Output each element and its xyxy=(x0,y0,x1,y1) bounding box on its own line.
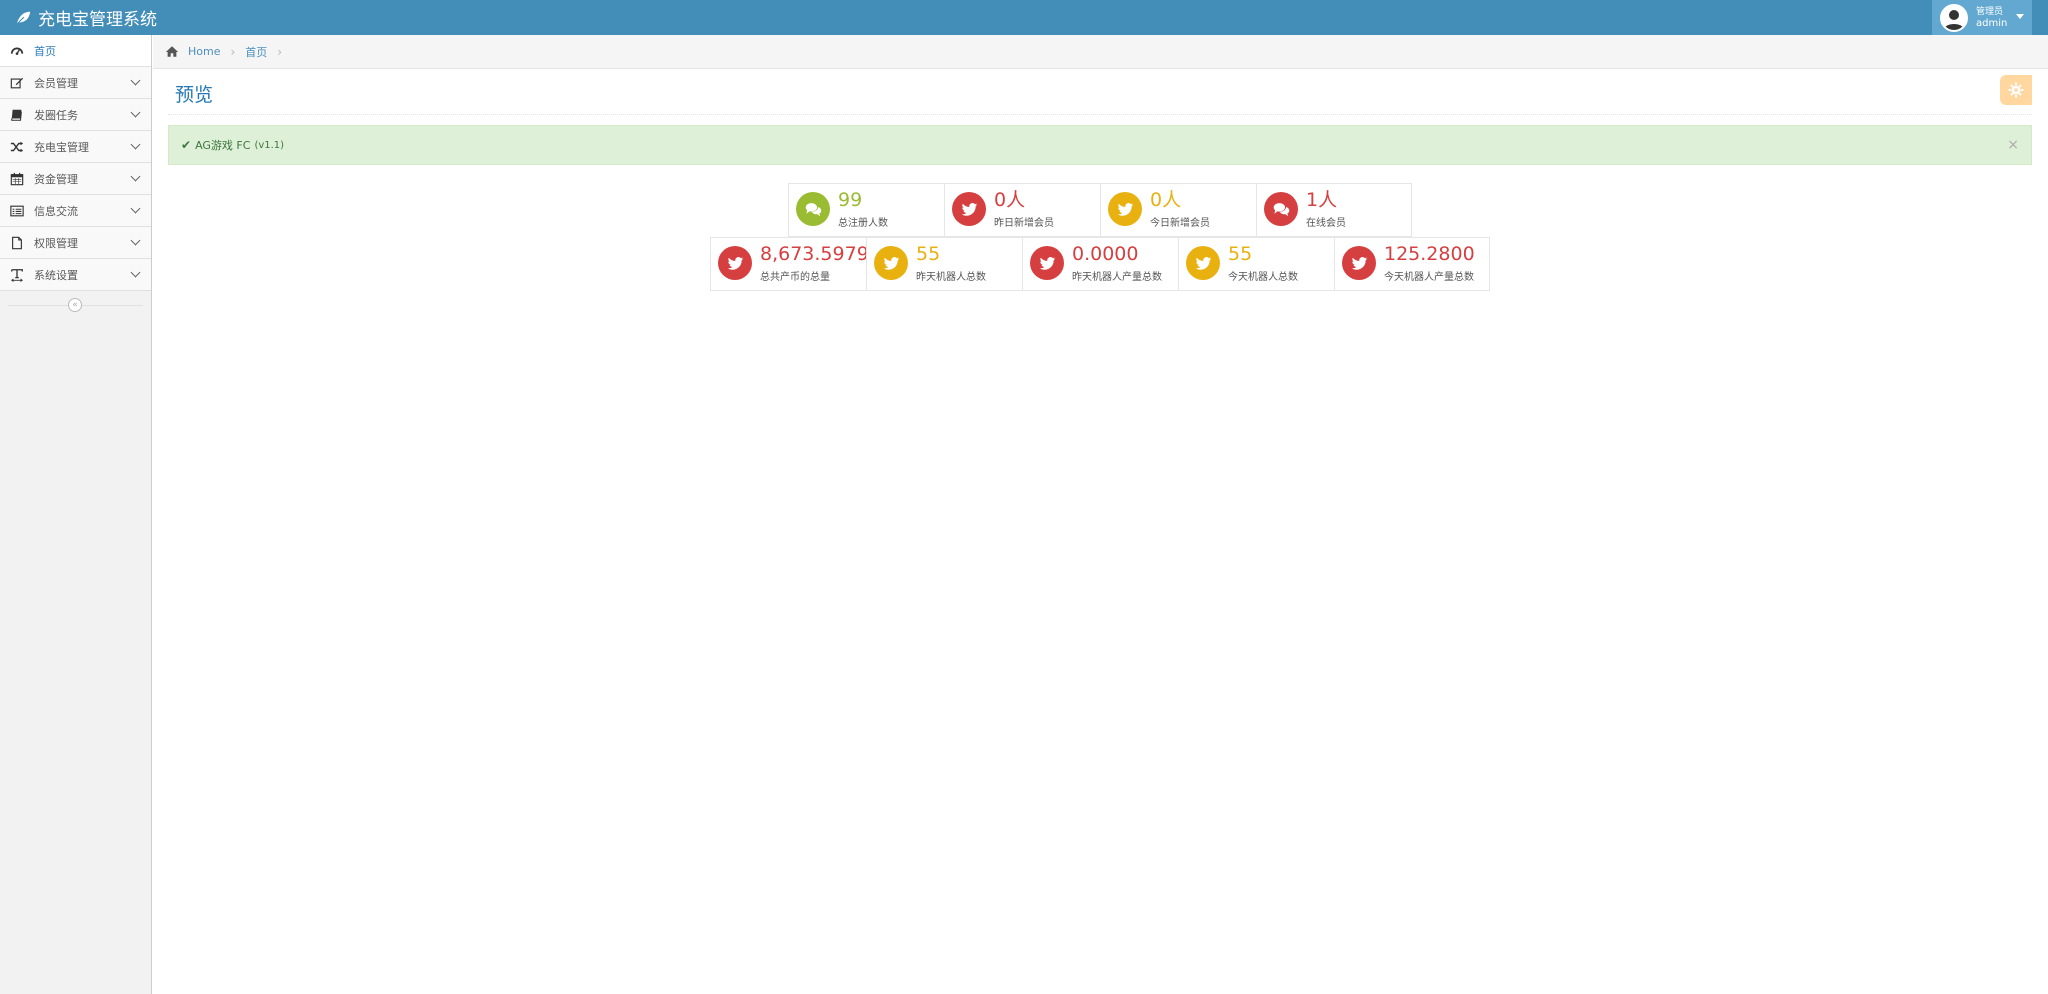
sidebar-item-label: 信息交流 xyxy=(34,204,78,218)
welcome-alert: ✔ AG游戏 FC (v1.1) × xyxy=(168,125,2032,165)
alert-text: AG游戏 FC xyxy=(195,139,251,152)
text-width-icon xyxy=(10,268,24,282)
breadcrumb-separator: › xyxy=(277,44,283,59)
chevron-down-icon xyxy=(130,267,141,278)
random-icon xyxy=(10,140,24,154)
sidebar-item-label: 系统设置 xyxy=(34,268,78,282)
chevron-down-icon xyxy=(130,203,141,214)
stat-label: 今日新增会员 xyxy=(1150,218,1210,229)
twitter-icon xyxy=(1186,246,1220,280)
stat-card: 8,673.5979 总共产币的总量 xyxy=(710,237,869,291)
stat-value: 0.0000 xyxy=(1072,243,1139,265)
stat-value: 1人 xyxy=(1306,189,1338,211)
sidebar-item-tasks[interactable]: 发圈任务 xyxy=(0,99,151,131)
home-icon xyxy=(165,46,179,57)
leaf-icon xyxy=(16,11,31,25)
chevron-down-icon xyxy=(130,107,141,118)
app-title: 充电宝管理系统 xyxy=(38,10,157,30)
stat-card: 99 总注册人数 xyxy=(788,183,944,237)
sidebar-item-label: 充电宝管理 xyxy=(34,140,89,154)
page-header: 预览 xyxy=(168,70,2032,115)
sidebar-item-finance[interactable]: 资金管理 xyxy=(0,163,151,195)
stat-card: 125.2800 今天机器人产量总数 xyxy=(1334,237,1490,291)
stats-container: 99 总注册人数 0人 昨日新增会员 0人 今日新增会员 1人 在线会员 8,673.5979… xyxy=(168,183,2032,291)
breadcrumb: Home › 首页 › xyxy=(153,35,2048,69)
breadcrumb-current[interactable]: 首页 xyxy=(245,44,267,60)
edit-icon xyxy=(10,76,24,90)
stat-value: 99 xyxy=(838,189,863,211)
chevron-down-icon xyxy=(130,171,141,182)
breadcrumb-separator: › xyxy=(230,44,236,59)
stat-label: 总注册人数 xyxy=(838,218,888,229)
check-icon: ✔ xyxy=(181,138,192,152)
twitter-icon xyxy=(952,192,986,226)
close-icon[interactable]: × xyxy=(2007,137,2019,153)
sidebar-item-label: 会员管理 xyxy=(34,76,78,90)
file-icon xyxy=(10,236,24,250)
stat-card: 55 今天机器人总数 xyxy=(1178,237,1334,291)
sidebar-item-settings[interactable]: 系统设置 xyxy=(0,259,151,291)
sidebar-item-label: 首页 xyxy=(34,44,56,58)
sidebar-item-powerbank[interactable]: 充电宝管理 xyxy=(0,131,151,163)
sidebar-item-permissions[interactable]: 权限管理 xyxy=(0,227,151,259)
stat-card: 0人今日新增会员 xyxy=(1100,183,1256,237)
twitter-icon xyxy=(1108,192,1142,226)
book-icon xyxy=(10,108,24,122)
sidebar-item-label: 权限管理 xyxy=(34,236,78,250)
ace-settings-button[interactable] xyxy=(2000,75,2032,105)
stat-label: 昨日新增会员 xyxy=(994,218,1054,229)
sidebar-item-messages[interactable]: 信息交流 xyxy=(0,195,151,227)
calendar-icon xyxy=(10,172,24,186)
chevron-down-icon xyxy=(130,139,141,150)
stat-value: 55 xyxy=(1228,243,1253,265)
sidebar-item-members[interactable]: 会员管理 xyxy=(0,67,151,99)
stat-card: 0人昨日新增会员 xyxy=(944,183,1100,237)
avatar xyxy=(1940,3,1968,32)
stat-label: 今天机器人产量总数 xyxy=(1384,272,1474,283)
stat-label: 今天机器人总数 xyxy=(1228,272,1298,283)
alert-version: (v1.1) xyxy=(254,139,285,151)
user-icon xyxy=(1944,9,1964,30)
chevron-down-icon xyxy=(130,75,141,86)
stat-card: 1人在线会员 xyxy=(1256,183,1412,237)
gear-icon xyxy=(2008,82,2024,98)
list-alt-icon xyxy=(10,204,24,218)
user-name: admin xyxy=(1976,17,2008,29)
twitter-icon xyxy=(1342,246,1376,280)
top-navbar: 充电宝管理系统 管理员 admin xyxy=(0,0,2048,35)
stat-value: 0人 xyxy=(1150,189,1182,211)
breadcrumb-home-link[interactable]: Home xyxy=(188,45,220,58)
stat-value: 0人 xyxy=(994,189,1026,211)
stat-value: 55 xyxy=(916,243,941,265)
dashboard-icon xyxy=(10,44,24,58)
caret-down-icon xyxy=(2016,14,2024,19)
sidebar-item-label: 发圈任务 xyxy=(34,108,78,122)
sidebar: 首页 会员管理 发圈任务 充电宝管理 资金管理 信息交流 权限管理 系统设置 « xyxy=(0,35,152,994)
stat-label: 昨天机器人产量总数 xyxy=(1072,272,1162,283)
sidebar-item-home[interactable]: 首页 xyxy=(0,35,151,67)
stat-card: 0.0000 昨天机器人产量总数 xyxy=(1022,237,1178,291)
stat-value: 8,673.5979 xyxy=(760,243,869,265)
twitter-icon xyxy=(718,246,752,280)
stats-row: 8,673.5979 总共产币的总量 55 昨天机器人总数 0.0000 昨天机器人产量总… xyxy=(168,237,2032,291)
comments-icon xyxy=(1264,192,1298,226)
stat-value: 125.2800 xyxy=(1384,243,1475,265)
sidebar-item-label: 资金管理 xyxy=(34,172,78,186)
twitter-icon xyxy=(874,246,908,280)
stat-label: 总共产币的总量 xyxy=(760,272,830,283)
user-role: 管理员 xyxy=(1976,6,2004,17)
comments-icon xyxy=(796,192,830,226)
stat-label: 昨天机器人总数 xyxy=(916,272,986,283)
brand[interactable]: 充电宝管理系统 xyxy=(14,0,157,35)
page-title: 预览 xyxy=(175,84,214,106)
user-menu[interactable]: 管理员 admin xyxy=(1932,0,2032,35)
sidebar-collapse-button[interactable]: « xyxy=(68,298,82,312)
stats-row: 99 总注册人数 0人 昨日新增会员 0人 今日新增会员 1人 在线会员 xyxy=(168,183,2032,237)
chevron-down-icon xyxy=(130,235,141,246)
stat-label: 在线会员 xyxy=(1306,218,1346,229)
stat-card: 55 昨天机器人总数 xyxy=(866,237,1022,291)
twitter-icon xyxy=(1030,246,1064,280)
